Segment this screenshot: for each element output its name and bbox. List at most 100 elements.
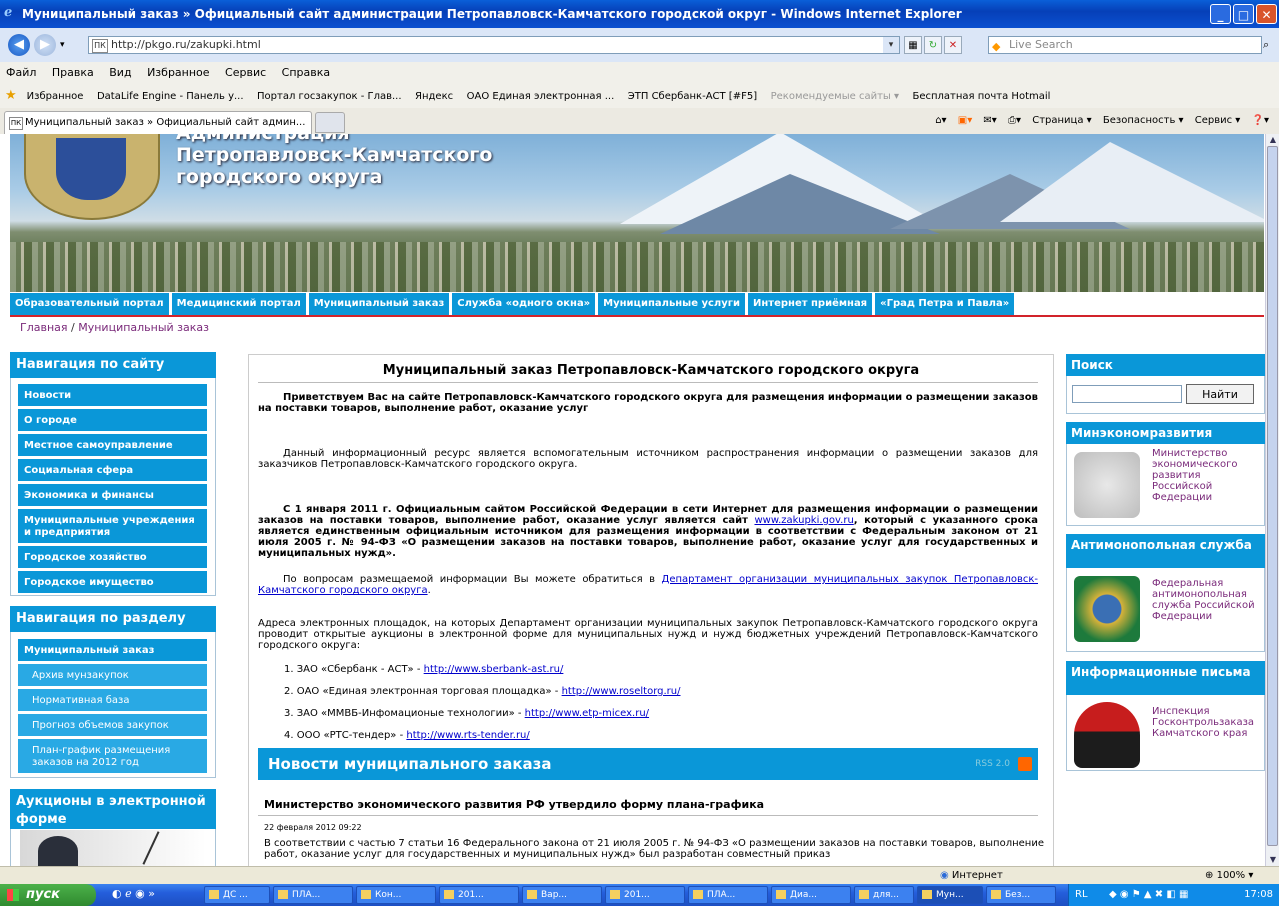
favorites-star-icon[interactable]: ★: [0, 84, 22, 108]
taskbar-item-active[interactable]: Мун...: [917, 886, 983, 904]
live-search-input[interactable]: ◆ Live Search: [988, 36, 1262, 54]
city-emblem-icon: [24, 134, 160, 220]
topnav-education[interactable]: Образовательный портал: [10, 293, 171, 315]
fav-item-yandex[interactable]: Яндекс: [410, 85, 458, 108]
safety-menu[interactable]: Безопасность ▾: [1103, 115, 1184, 126]
tools-menu[interactable]: Сервис ▾: [1195, 115, 1241, 126]
topnav-medical[interactable]: Медицинский портал: [171, 293, 308, 315]
zoom-level[interactable]: ⊕ 100% ▾: [1205, 867, 1253, 885]
inspection-emblem-icon[interactable]: [1074, 702, 1140, 768]
news-headline[interactable]: Министерство экономического развития РФ …: [264, 799, 1044, 810]
menu-edit[interactable]: Правка: [46, 62, 100, 84]
taskbar-item[interactable]: Кон...: [356, 886, 436, 904]
menu-tools[interactable]: Сервис: [219, 62, 272, 84]
zakupki-link[interactable]: www.zakupki.gov.ru: [754, 515, 853, 526]
close-button[interactable]: ✕: [1256, 4, 1277, 24]
sidebar-item-utilities[interactable]: Городское хозяйство: [18, 546, 207, 568]
topnav-municipal-services[interactable]: Муниципальные услуги: [598, 293, 748, 315]
back-button[interactable]: ◀: [8, 34, 30, 56]
fav-item-sberbank-ast[interactable]: ЭТП Сбербанк-АСТ [#F5]: [623, 85, 762, 108]
taskbar-item[interactable]: ПЛА...: [688, 886, 768, 904]
compat-icon[interactable]: ▦: [904, 36, 922, 54]
info-link[interactable]: Инспекция Госконтрользаказа Камчатского …: [1152, 706, 1264, 739]
auctions-image[interactable]: [20, 830, 206, 866]
section-item-schedule[interactable]: План-график размещения заказов на 2012 г…: [18, 739, 207, 773]
platform-link-roseltorg[interactable]: http://www.roseltorg.ru/: [562, 686, 681, 697]
taskbar-item[interactable]: для...: [854, 886, 914, 904]
antimon-emblem-icon[interactable]: [1074, 576, 1140, 642]
news-headline-rule: [258, 815, 1038, 816]
history-dropdown-icon[interactable]: ▾: [60, 40, 65, 50]
sidebar-item-institutions[interactable]: Муниципальные учреждения и предприятия: [18, 509, 207, 543]
minek-link[interactable]: Министерство экономического развития Рос…: [1152, 448, 1258, 503]
minek-emblem-icon[interactable]: [1074, 452, 1140, 518]
taskbar-item[interactable]: ДС ...: [204, 886, 270, 904]
fav-item-datalife[interactable]: DataLife Engine - Панель у...: [92, 85, 249, 108]
menu-favorites[interactable]: Избранное: [141, 62, 215, 84]
favorites-button[interactable]: Избранное: [22, 85, 89, 108]
site-search-input[interactable]: [1072, 385, 1182, 403]
sidebar-item-property[interactable]: Городское имущество: [18, 571, 207, 593]
search-button[interactable]: Найти: [1186, 384, 1254, 404]
topnav-grad[interactable]: «Град Петра и Павла»: [875, 293, 1017, 315]
section-item-archive[interactable]: Архив мунзакупок: [18, 664, 207, 686]
feeds-icon[interactable]: ▣▾: [958, 115, 972, 126]
zone-label: Интернет: [951, 870, 1003, 881]
section-item-main[interactable]: Муниципальный заказ: [18, 639, 207, 661]
topnav-reception[interactable]: Интернет приёмная: [748, 293, 875, 315]
maximize-button[interactable]: □: [1233, 4, 1254, 24]
fav-item-roseltorg[interactable]: ОАО Единая электронная ...: [462, 85, 620, 108]
taskbar-item[interactable]: 201...: [439, 886, 519, 904]
fav-item-hotmail[interactable]: Бесплатная почта Hotmail: [907, 85, 1055, 108]
sidebar-item-city[interactable]: О городе: [18, 409, 207, 431]
scroll-thumb[interactable]: [1267, 146, 1278, 846]
topnav-municipal-order[interactable]: Муниципальный заказ: [308, 293, 452, 315]
platform-link-micex[interactable]: http://www.etp-micex.ru/: [525, 708, 649, 719]
taskbar-item[interactable]: ПЛА...: [273, 886, 353, 904]
breadcrumb-current[interactable]: Муниципальный заказ: [78, 321, 209, 334]
taskbar-item[interactable]: Диа...: [771, 886, 851, 904]
taskbar-item[interactable]: Без...: [986, 886, 1056, 904]
section-item-forecast[interactable]: Прогноз объемов закупок: [18, 714, 207, 736]
address-field[interactable]: ПК http://pkgo.ru/zakupki.html ▾: [88, 36, 900, 54]
help-icon[interactable]: ❓▾: [1252, 115, 1269, 126]
menu-file[interactable]: Файл: [0, 62, 42, 84]
rss-icon[interactable]: [1018, 757, 1032, 771]
sidebar-item-selfgov[interactable]: Местное самоуправление: [18, 434, 207, 456]
forward-button[interactable]: ▶: [34, 34, 56, 56]
stop-button[interactable]: ✕: [944, 36, 962, 54]
section-item-regulations[interactable]: Нормативная база: [18, 689, 207, 711]
vertical-scrollbar[interactable]: ▲ ▼: [1265, 134, 1279, 866]
print-icon[interactable]: ⎙▾: [1008, 115, 1021, 126]
scroll-down-icon[interactable]: ▼: [1266, 854, 1279, 866]
search-go-icon[interactable]: ⌕: [1263, 36, 1279, 54]
topnav-one-window[interactable]: Служба «одного окна»: [452, 293, 598, 315]
mail-icon[interactable]: ✉▾: [983, 115, 996, 126]
quick-launch-icons[interactable]: ◐ ℯ ◉ »: [112, 887, 155, 900]
fav-item-suggested[interactable]: Рекомендуемые сайты ▾: [766, 85, 904, 108]
refresh-button[interactable]: ↻: [924, 36, 942, 54]
menu-view[interactable]: Вид: [103, 62, 137, 84]
page-menu[interactable]: Страница ▾: [1032, 115, 1091, 126]
minimize-button[interactable]: _: [1210, 4, 1231, 24]
taskbar-item[interactable]: Вар...: [522, 886, 602, 904]
tab-current[interactable]: ПК Муниципальный заказ » Официальный сай…: [4, 111, 312, 134]
breadcrumb-home[interactable]: Главная: [20, 321, 68, 334]
tray-icons[interactable]: ◆ ◉ ⚑ ▲ ✖ ◧ ▦: [1109, 884, 1188, 906]
platform-link-rts[interactable]: http://www.rts-tender.ru/: [406, 730, 529, 741]
sidebar-item-economy[interactable]: Экономика и финансы: [18, 484, 207, 506]
fav-item-goszakupki[interactable]: Портал госзакупок - Глав...: [252, 85, 407, 108]
scroll-up-icon[interactable]: ▲: [1266, 134, 1279, 146]
home-icon[interactable]: ⌂▾: [935, 115, 946, 126]
address-dropdown-icon[interactable]: ▾: [883, 37, 899, 53]
taskbar-item[interactable]: 201...: [605, 886, 685, 904]
menu-help[interactable]: Справка: [276, 62, 336, 84]
platform-link-sberbank[interactable]: http://www.sberbank-ast.ru/: [424, 664, 564, 675]
antimon-link[interactable]: Федеральная антимонопольная служба Росси…: [1152, 578, 1260, 622]
sidebar-item-news[interactable]: Новости: [18, 384, 207, 406]
rss-label[interactable]: RSS 2.0: [975, 748, 1010, 780]
start-button[interactable]: пуск: [0, 884, 96, 906]
sidebar-item-social[interactable]: Социальная сфера: [18, 459, 207, 481]
new-tab-button[interactable]: [315, 112, 345, 133]
language-indicator[interactable]: RL: [1075, 884, 1088, 906]
